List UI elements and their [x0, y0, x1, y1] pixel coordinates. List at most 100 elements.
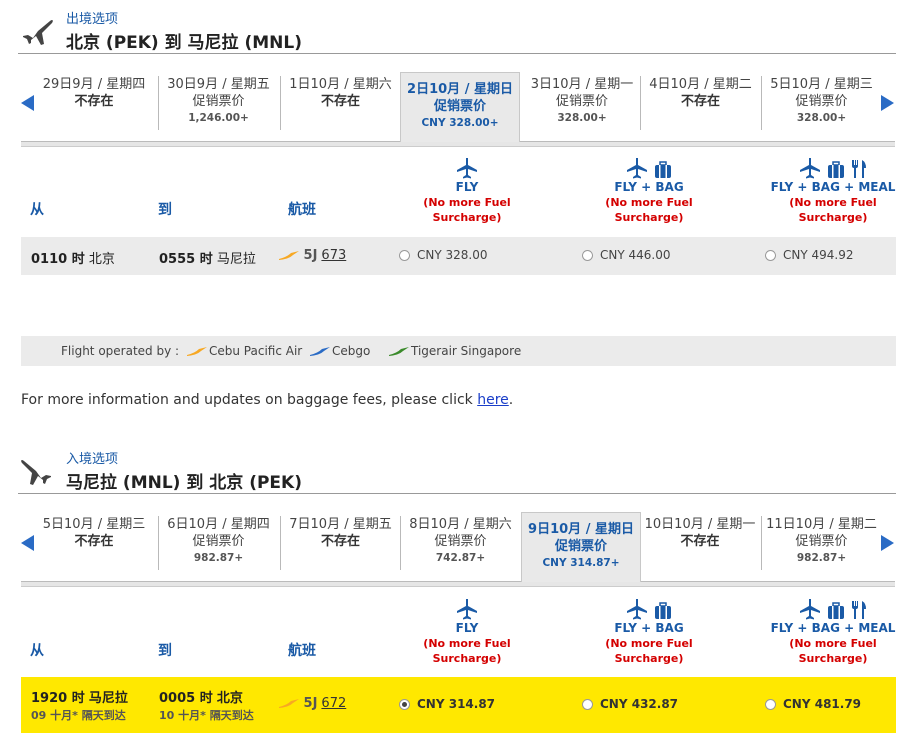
operated-by-label: Flight operated by :: [61, 344, 180, 358]
fare-note: Surcharge): [798, 211, 868, 224]
fare-fly-bag-header: FLY + BAG (No more Fuel Surcharge): [569, 594, 729, 666]
date-price: 328.00+: [557, 112, 607, 124]
route-title: 北京 (PEK) 到 马尼拉 (MNL): [66, 33, 302, 53]
flight-number-link[interactable]: 673: [321, 248, 346, 263]
fare-name: FLY + BAG + MEAL: [770, 180, 896, 194]
fare-status: 促销票价: [192, 94, 245, 109]
carrier-code: 5J: [303, 248, 318, 263]
fare-status: 不存在: [320, 534, 360, 549]
airplane-icon: [800, 158, 820, 179]
fare-radio-fly-bag[interactable]: [582, 699, 593, 710]
fare-name: FLY: [455, 180, 479, 194]
date-label: 8日10月 / 星期六: [409, 517, 512, 532]
fare-radio-fly-bag[interactable]: [582, 250, 593, 261]
date-label: 2日10月 / 星期日: [407, 82, 513, 97]
operator-name: Tigerair Singapore: [411, 344, 522, 358]
airplane-icon: [23, 19, 53, 45]
prev-dates-arrow-icon[interactable]: [21, 535, 34, 551]
date-label: 11日10月 / 星期二: [766, 517, 877, 532]
fare-note: (No more Fuel: [789, 196, 877, 209]
date-option[interactable]: 5日10月 / 星期三 促销票价 328.00+: [761, 76, 881, 130]
fare-status: 促销票价: [192, 534, 245, 549]
fare-fly-bag-meal-header: FLY + BAG + MEAL (No more Fuel Surcharge…: [753, 594, 910, 666]
date-option-selected[interactable]: 9日10月 / 星期日 促销票价 CNY 314.87+: [521, 512, 641, 582]
fare-status: 不存在: [74, 534, 114, 549]
fare-price-fly-bag: CNY 432.87: [600, 697, 679, 711]
date-option-selected[interactable]: 2日10月 / 星期日 促销票价 CNY 328.00+: [400, 72, 520, 142]
fare-note: Surcharge): [614, 652, 684, 665]
tigerair-logo-icon: [389, 346, 409, 356]
next-dates-arrow-icon[interactable]: [881, 95, 894, 111]
date-strip-rail: [21, 581, 895, 587]
date-option[interactable]: 5日10月 / 星期三 不存在: [34, 516, 154, 570]
fare-status: 不存在: [680, 94, 720, 109]
date-price: 982.87+: [193, 552, 244, 564]
fare-note: Surcharge): [798, 652, 868, 665]
departure-time: 1920 时: [31, 691, 85, 706]
operated-by-bar: Flight operated by : Cebu Pacific Air Ce…: [21, 336, 896, 366]
date-option[interactable]: 30日9月 / 星期五 促销票价 1,246.00+: [158, 76, 278, 130]
date-option[interactable]: 1日10月 / 星期六 不存在: [280, 76, 400, 130]
fare-status: 促销票价: [795, 534, 848, 549]
date-option[interactable]: 7日10月 / 星期五 不存在: [280, 516, 400, 570]
fare-table-header: 从 到 航班 FLY (No more Fuel Surcharge) FLY …: [18, 153, 896, 224]
fare-status: 促销票价: [554, 539, 607, 554]
airplane-icon: [21, 459, 51, 485]
baggage-fee-note: For more information and updates on bagg…: [21, 392, 513, 408]
arrival-date-note: 10 十月* 隔天到达: [159, 709, 254, 722]
date-label: 10日10月 / 星期一: [644, 517, 756, 532]
date-option[interactable]: 6日10月 / 星期四 促销票价 982.87+: [158, 516, 278, 570]
route-title: 马尼拉 (MNL) 到 北京 (PEK): [66, 473, 302, 493]
fare-radio-fly-bag-meal[interactable]: [765, 250, 776, 261]
fare-status: 促销票价: [434, 534, 487, 549]
prev-dates-arrow-icon[interactable]: [21, 95, 34, 111]
baggage-note-suffix: .: [508, 392, 514, 408]
col-to: 到: [158, 202, 172, 218]
arrival: 0555 时 马尼拉: [159, 248, 256, 267]
fare-note: (No more Fuel: [605, 637, 693, 650]
baggage-here-link[interactable]: here: [477, 392, 509, 408]
next-dates-arrow-icon[interactable]: [881, 535, 894, 551]
arrival-time: 0555 时: [159, 252, 213, 267]
date-option[interactable]: 3日10月 / 星期一 促销票价 328.00+: [522, 76, 642, 130]
operator-item: Cebgo: [310, 344, 370, 358]
cebu-pacific-logo-icon: [279, 698, 299, 708]
inbound-header: 入境选项 马尼拉 (MNL) 到 北京 (PEK): [18, 446, 896, 494]
flight-number-link[interactable]: 672: [321, 696, 346, 711]
date-price: 982.87+: [796, 552, 847, 564]
fare-fly-bag-header: FLY + BAG (No more Fuel Surcharge): [569, 153, 729, 225]
date-option[interactable]: 10日10月 / 星期一 不存在: [640, 516, 760, 570]
fare-note: (No more Fuel: [423, 196, 511, 209]
fare-radio-fly[interactable]: [399, 250, 410, 261]
date-price: CNY 314.87+: [542, 557, 620, 569]
fare-note: Surcharge): [432, 652, 502, 665]
fare-table-header: 从 到 航班 FLY (No more Fuel Surcharge) FLY …: [18, 594, 896, 665]
fare-name: FLY + BAG: [614, 180, 684, 194]
date-label: 6日10月 / 星期四: [167, 517, 270, 532]
cebu-pacific-logo-icon: [187, 346, 207, 356]
operator-item: Cebu Pacific Air: [187, 344, 302, 358]
airplane-icon: [800, 599, 820, 620]
section-subtitle: 入境选项: [66, 452, 119, 467]
operator-name: Cebgo: [332, 344, 371, 358]
date-option[interactable]: 29日9月 / 星期四 不存在: [34, 76, 154, 130]
date-price: CNY 328.00+: [421, 117, 499, 129]
date-label: 1日10月 / 星期六: [289, 77, 392, 92]
date-selector: 29日9月 / 星期四 不存在 30日9月 / 星期五 促销票价 1,246.0…: [18, 68, 896, 150]
date-option[interactable]: 4日10月 / 星期二 不存在: [640, 76, 760, 130]
fare-radio-fly[interactable]: [399, 699, 410, 710]
fare-name: FLY + BAG + MEAL: [770, 621, 896, 635]
col-flight: 航班: [288, 643, 316, 659]
date-label: 3日10月 / 星期一: [530, 77, 634, 92]
date-option[interactable]: 11日10月 / 星期二 促销票价 982.87+: [761, 516, 881, 570]
flight-row-selected: 1920 时 马尼拉 09 十月* 隔天到达 0005 时 北京 10 十月* …: [21, 677, 896, 733]
fare-note: Surcharge): [432, 211, 502, 224]
fork-knife-icon: [852, 601, 866, 619]
fare-radio-fly-bag-meal[interactable]: [765, 699, 776, 710]
date-option[interactable]: 8日10月 / 星期六 促销票价 742.87+: [400, 516, 520, 570]
fork-knife-icon: [852, 160, 866, 178]
date-label: 9日10月 / 星期日: [528, 522, 634, 537]
fare-note: (No more Fuel: [605, 196, 693, 209]
col-from: 从: [30, 202, 44, 218]
col-to: 到: [158, 643, 172, 659]
